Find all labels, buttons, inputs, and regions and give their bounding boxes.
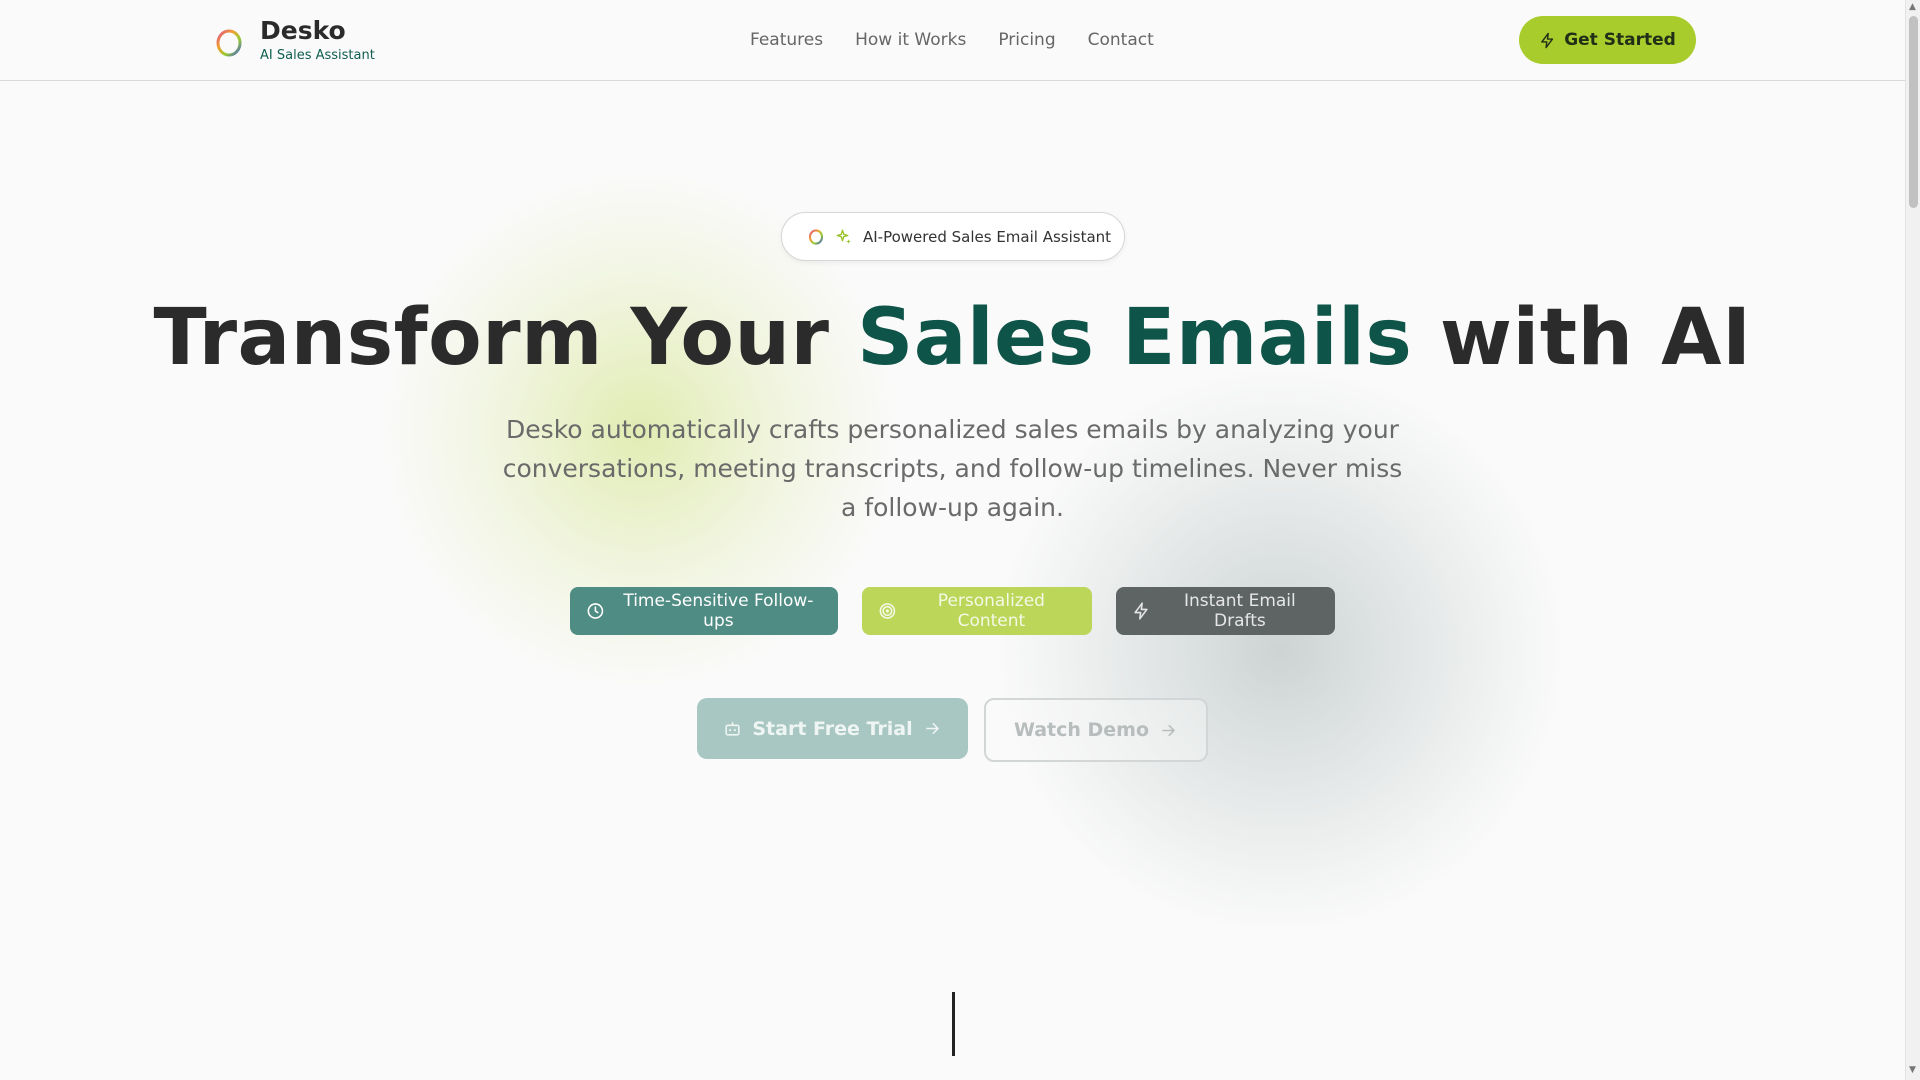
start-free-trial-label: Start Free Trial bbox=[752, 717, 913, 740]
chip-personalized-content[interactable]: Personalized Content bbox=[862, 587, 1092, 635]
lightning-icon bbox=[1541, 32, 1554, 48]
nav-item-how-it-works[interactable]: How it Works bbox=[855, 28, 966, 52]
chip-instant-email-drafts[interactable]: Instant Email Drafts bbox=[1116, 587, 1335, 635]
brand[interactable]: Desko AI Sales Assistant bbox=[214, 16, 375, 64]
brand-tagline: AI Sales Assistant bbox=[260, 48, 375, 63]
chip-label: Personalized Content bbox=[937, 591, 1045, 631]
scroll-indicator bbox=[952, 992, 955, 1056]
arrow-right-icon bbox=[1162, 724, 1175, 736]
get-started-label: Get Started bbox=[1564, 30, 1676, 50]
chip-label: Time-Sensitive Follow-ups bbox=[623, 591, 814, 631]
nav-item-contact[interactable]: Contact bbox=[1088, 28, 1154, 52]
nav-item-pricing[interactable]: Pricing bbox=[998, 28, 1055, 52]
chip-label: Instant Email Drafts bbox=[1184, 591, 1296, 631]
arrow-right-icon bbox=[925, 722, 939, 735]
hero-description: Desko automatically crafts personalized … bbox=[502, 415, 1403, 522]
brand-text: Desko AI Sales Assistant bbox=[260, 16, 375, 64]
headline-part1: Transform Your bbox=[153, 293, 858, 383]
page: Desko AI Sales Assistant Features How it… bbox=[0, 0, 1905, 1080]
sparkle-icon bbox=[836, 229, 851, 244]
brand-logo-small-icon bbox=[808, 228, 824, 245]
watch-demo-button[interactable]: Watch Demo bbox=[984, 698, 1208, 762]
watch-demo-label: Watch Demo bbox=[1013, 719, 1150, 741]
scrollbar-thumb[interactable] bbox=[1909, 16, 1918, 208]
chip-time-sensitive-followups[interactable]: Time-Sensitive Follow-ups bbox=[570, 587, 838, 635]
start-free-trial-button[interactable]: Start Free Trial bbox=[697, 698, 968, 759]
hero-headline: Transform Your Sales Emails with AI bbox=[0, 288, 1905, 388]
clock-icon bbox=[587, 603, 604, 619]
feature-chips: Time-Sensitive Follow-ups Personalized C… bbox=[570, 587, 1335, 635]
hero-badge: AI-Powered Sales Email Assistant bbox=[781, 212, 1125, 261]
robot-icon bbox=[725, 722, 740, 736]
target-icon bbox=[879, 603, 896, 619]
brand-name: Desko bbox=[260, 16, 346, 45]
page-scrollbar[interactable]: ▲ ▼ bbox=[1905, 0, 1920, 1080]
lightning-icon bbox=[1134, 602, 1148, 620]
nav-item-features[interactable]: Features bbox=[750, 28, 823, 52]
headline-part2: with AI bbox=[1412, 293, 1752, 383]
brand-logo-icon bbox=[216, 29, 242, 57]
main-nav: Features How it Works Pricing Contact bbox=[750, 28, 1154, 52]
scroll-down-arrow-icon[interactable]: ▼ bbox=[1909, 1065, 1916, 1075]
get-started-button[interactable]: Get Started bbox=[1519, 16, 1696, 64]
headline-accent: Sales Emails bbox=[857, 293, 1413, 383]
site-header: Desko AI Sales Assistant Features How it… bbox=[0, 0, 1905, 81]
scroll-up-arrow-icon[interactable]: ▲ bbox=[1909, 2, 1916, 12]
hero-badge-text: AI-Powered Sales Email Assistant bbox=[863, 227, 1112, 246]
hero-actions: Start Free Trial Watch Demo bbox=[697, 698, 1208, 762]
